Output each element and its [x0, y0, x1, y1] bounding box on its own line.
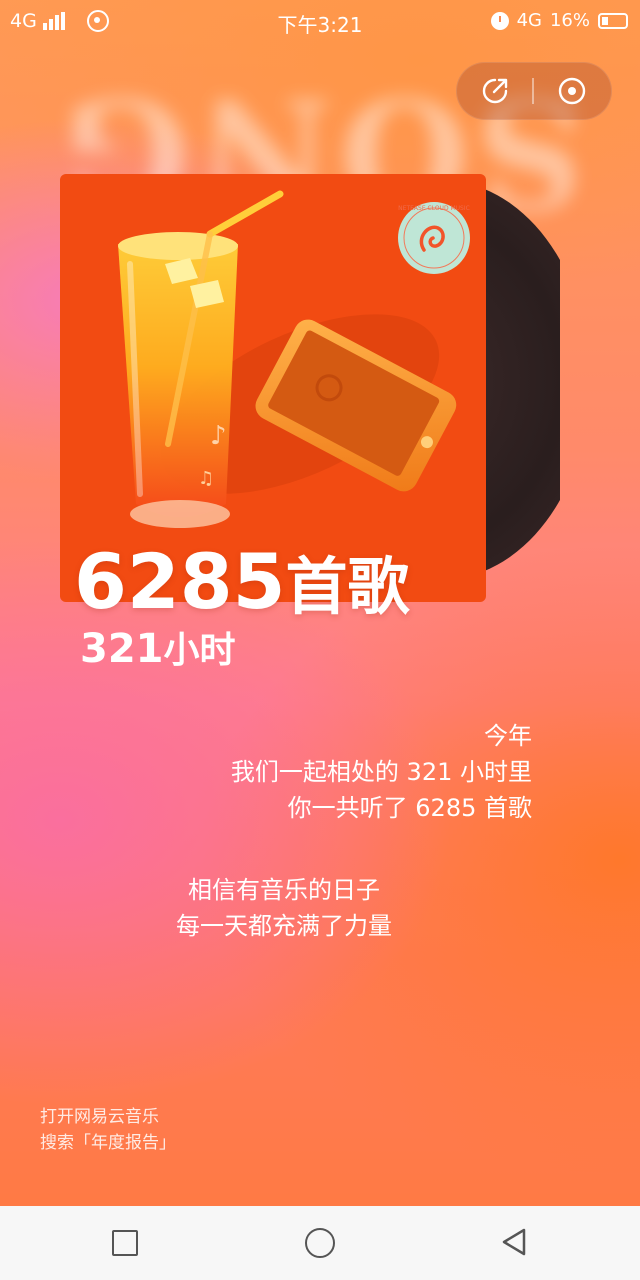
summary-line-2: 我们一起相处的 321 小时里 [230, 758, 532, 786]
system-nav-bar [0, 1206, 640, 1280]
summary-line-3: 你一共听了 6285 首歌 [287, 794, 532, 822]
hours-count: 321小时 [80, 622, 236, 678]
battery-percent: 16% [549, 10, 590, 31]
songs-unit: 首歌 [285, 550, 410, 623]
summary-text-2: 相信有音乐的日子 每一天都充满了力量 [150, 872, 418, 944]
songs-number: 6285 [74, 537, 286, 626]
songs-count: 6285首歌 [74, 540, 410, 629]
circle-icon[interactable] [305, 1228, 335, 1258]
svg-text:♪: ♪ [210, 421, 227, 451]
footer-line-2: 搜索「年度报告」 [40, 1133, 176, 1153]
action-pill [456, 62, 612, 120]
network-type-right: 4G [516, 10, 542, 31]
hours-unit: 小时 [163, 630, 236, 671]
status-bar: 4G 下午3:21 4G 16% [0, 0, 640, 44]
square-icon[interactable] [112, 1230, 138, 1256]
battery-icon [598, 12, 628, 29]
target-icon[interactable] [558, 77, 586, 105]
summary-line-1: 今年 [484, 722, 532, 750]
status-right: 4G 16% [490, 10, 628, 31]
share-icon[interactable] [480, 76, 510, 106]
svg-text:♫: ♫ [198, 468, 214, 489]
badge-text: NETEASE CLOUD MUSIC [398, 205, 470, 212]
alarm-icon [490, 11, 509, 30]
footer-line-1: 打开网易云音乐 [40, 1107, 159, 1127]
footer-hint: 打开网易云音乐 搜索「年度报告」 [40, 1104, 176, 1156]
back-triangle-icon[interactable] [498, 1226, 530, 1258]
summary2-line-1: 相信有音乐的日子 [188, 876, 380, 904]
vinyl-record [480, 170, 560, 610]
summary2-line-2: 每一天都充满了力量 [176, 912, 392, 940]
annual-report-screen: SONG 4G 下午3:21 4G 16% ♪ ♫ NETEASE CLOUD … [0, 0, 640, 1280]
summary-text: 今年 我们一起相处的 321 小时里 你一共听了 6285 首歌 [231, 718, 532, 826]
hours-number: 321 [80, 626, 164, 672]
pill-divider [532, 78, 534, 104]
